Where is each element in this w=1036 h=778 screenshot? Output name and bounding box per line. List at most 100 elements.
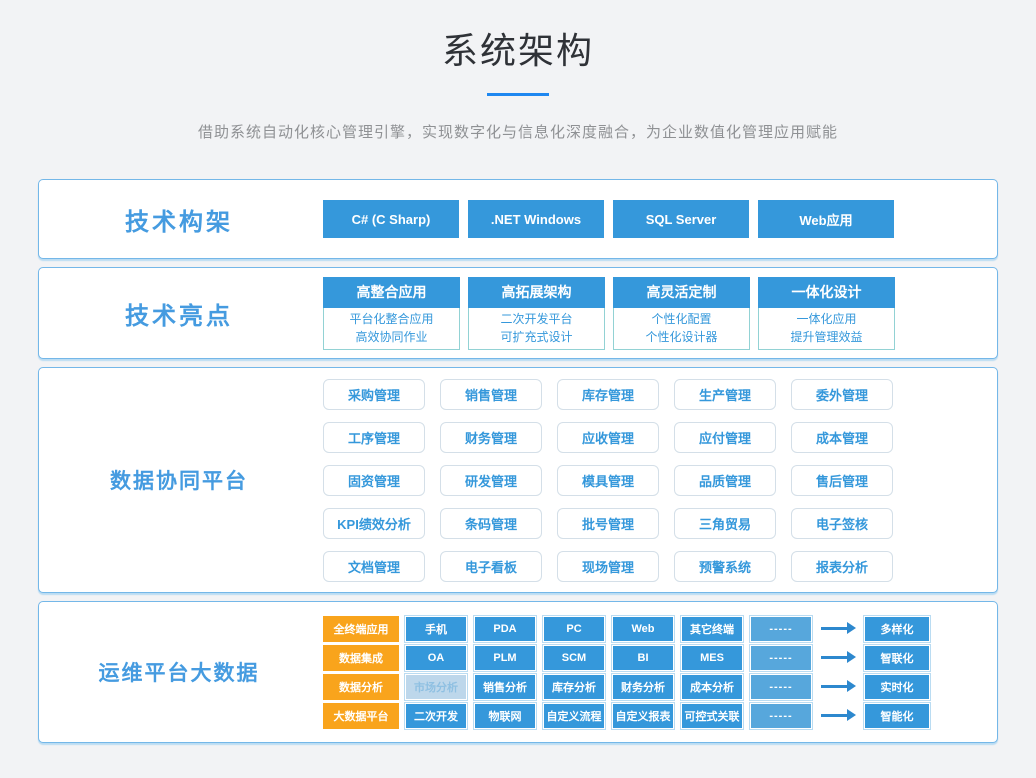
module-button-kpi[interactable]: KPI绩效分析: [323, 508, 425, 539]
bigdata-chip-more: -----: [751, 646, 811, 670]
bigdata-chip-more: -----: [751, 617, 811, 641]
module-button-eboard[interactable]: 电子看板: [440, 551, 542, 582]
module-button-payable[interactable]: 应付管理: [674, 422, 776, 453]
module-button-sales[interactable]: 销售管理: [440, 379, 542, 410]
module-button-alert[interactable]: 预警系统: [674, 551, 776, 582]
bigdata-chip[interactable]: 财务分析: [613, 675, 673, 699]
module-button-report[interactable]: 报表分析: [791, 551, 893, 582]
highlight-line: 个性化设计器: [614, 328, 749, 346]
highlight-card-title: 高整合应用: [323, 277, 460, 308]
highlight-line: 高效协同作业: [324, 328, 459, 346]
module-button-process[interactable]: 工序管理: [323, 422, 425, 453]
highlight-card-title: 高拓展架构: [468, 277, 605, 308]
tech-stack-buttons: C# (C Sharp) .NET Windows SQL Server Web…: [323, 200, 894, 238]
bigdata-chip[interactable]: 库存分析: [544, 675, 604, 699]
bigdata-chip[interactable]: 手机: [406, 617, 466, 641]
bigdata-row-platform: 大数据平台 二次开发 物联网 自定义流程 自定义报表 可控式关联 ----- 智…: [323, 703, 931, 729]
bigdata-chip[interactable]: 成本分析: [682, 675, 742, 699]
bigdata-chip-more: -----: [751, 675, 811, 699]
bigdata-chip[interactable]: MES: [682, 646, 742, 670]
section-label-highlights: 技术亮点: [39, 296, 319, 331]
bigdata-row-integration: 数据集成 OA PLM SCM BI MES ----- 智联化: [323, 645, 931, 671]
title-underline: [487, 93, 549, 96]
module-button-inventory[interactable]: 库存管理: [557, 379, 659, 410]
module-button-production[interactable]: 生产管理: [674, 379, 776, 410]
highlight-card-body: 个性化配置 个性化设计器: [613, 308, 750, 350]
tech-button-web[interactable]: Web应用: [758, 200, 894, 238]
bigdata-row-analysis: 数据分析 市场分析 销售分析 库存分析 财务分析 成本分析 ----- 实时化: [323, 674, 931, 700]
bigdata-category-button[interactable]: 全终端应用: [323, 616, 399, 642]
arrow-right-icon: [818, 656, 858, 659]
bigdata-chip[interactable]: PLM: [475, 646, 535, 670]
bigdata-category-button[interactable]: 大数据平台: [323, 703, 399, 729]
module-button-rnd[interactable]: 研发管理: [440, 465, 542, 496]
bigdata-chip[interactable]: PDA: [475, 617, 535, 641]
bigdata-category-button[interactable]: 数据分析: [323, 674, 399, 700]
highlight-cards: 高整合应用 平台化整合应用 高效协同作业 高拓展架构 二次开发平台 可扩充式设计…: [323, 277, 895, 350]
bigdata-result-badge: 多样化: [865, 617, 929, 641]
tech-button-sqlserver[interactable]: SQL Server: [613, 200, 749, 238]
bigdata-chip[interactable]: 自定义流程: [544, 704, 604, 728]
bigdata-chip[interactable]: PC: [544, 617, 604, 641]
section-tech-stack: 技术构架 C# (C Sharp) .NET Windows SQL Serve…: [38, 179, 998, 259]
module-button-fixed-assets[interactable]: 固资管理: [323, 465, 425, 496]
tech-button-csharp[interactable]: C# (C Sharp): [323, 200, 459, 238]
module-button-barcode[interactable]: 条码管理: [440, 508, 542, 539]
module-button-triangle-trade[interactable]: 三角贸易: [674, 508, 776, 539]
module-button-aftersales[interactable]: 售后管理: [791, 465, 893, 496]
highlight-line: 个性化配置: [614, 310, 749, 328]
bigdata-chip[interactable]: Web: [613, 617, 673, 641]
highlight-card-body: 平台化整合应用 高效协同作业: [323, 308, 460, 350]
bigdata-chip[interactable]: OA: [406, 646, 466, 670]
module-button-quality[interactable]: 品质管理: [674, 465, 776, 496]
module-button-esign[interactable]: 电子签核: [791, 508, 893, 539]
section-bigdata: 运维平台大数据 全终端应用 手机 PDA PC Web 其它终端 ----- 多…: [38, 601, 998, 743]
bigdata-result-badge: 实时化: [865, 675, 929, 699]
bigdata-chip[interactable]: 市场分析: [406, 675, 466, 699]
bigdata-chip[interactable]: 可控式关联: [682, 704, 742, 728]
module-button-outsourcing[interactable]: 委外管理: [791, 379, 893, 410]
bigdata-chip[interactable]: 二次开发: [406, 704, 466, 728]
sections-container: 技术构架 C# (C Sharp) .NET Windows SQL Serve…: [38, 179, 998, 743]
bigdata-result-badge: 智能化: [865, 704, 929, 728]
highlight-card: 高灵活定制 个性化配置 个性化设计器: [613, 277, 750, 350]
bigdata-category-button[interactable]: 数据集成: [323, 645, 399, 671]
bigdata-chip[interactable]: 其它终端: [682, 617, 742, 641]
highlight-line: 提升管理效益: [759, 328, 894, 346]
module-button-batch[interactable]: 批号管理: [557, 508, 659, 539]
module-button-finance[interactable]: 财务管理: [440, 422, 542, 453]
highlight-line: 一体化应用: [759, 310, 894, 328]
arrow-right-icon: [818, 627, 858, 630]
module-button-receivable[interactable]: 应收管理: [557, 422, 659, 453]
highlight-card: 高整合应用 平台化整合应用 高效协同作业: [323, 277, 460, 350]
arrow-right-icon: [818, 685, 858, 688]
page-title: 系统架构: [0, 22, 1036, 74]
arrow-right-icon: [818, 714, 858, 717]
highlight-card-title: 一体化设计: [758, 277, 895, 308]
section-platform: 数据协同平台 采购管理 销售管理 库存管理 生产管理 委外管理 工序管理 财务管…: [38, 367, 998, 593]
module-button-purchase[interactable]: 采购管理: [323, 379, 425, 410]
section-highlights: 技术亮点 高整合应用 平台化整合应用 高效协同作业 高拓展架构 二次开发平台 可…: [38, 267, 998, 359]
bigdata-chip[interactable]: 自定义报表: [613, 704, 673, 728]
module-grid: 采购管理 销售管理 库存管理 生产管理 委外管理 工序管理 财务管理 应收管理 …: [323, 379, 893, 582]
bigdata-chip[interactable]: 物联网: [475, 704, 535, 728]
module-button-cost[interactable]: 成本管理: [791, 422, 893, 453]
section-label-tech-stack: 技术构架: [39, 202, 319, 237]
bigdata-chip[interactable]: SCM: [544, 646, 604, 670]
module-button-mold[interactable]: 模具管理: [557, 465, 659, 496]
section-label-bigdata: 运维平台大数据: [39, 657, 319, 687]
module-button-document[interactable]: 文档管理: [323, 551, 425, 582]
highlight-card: 高拓展架构 二次开发平台 可扩充式设计: [468, 277, 605, 350]
bigdata-result-badge: 智联化: [865, 646, 929, 670]
page-header: 系统架构 借助系统自动化核心管理引擎，实现数字化与信息化深度融合，为企业数值化管…: [0, 0, 1036, 142]
section-label-platform: 数据协同平台: [39, 465, 319, 495]
module-button-onsite[interactable]: 现场管理: [557, 551, 659, 582]
bigdata-chip[interactable]: BI: [613, 646, 673, 670]
highlight-line: 可扩充式设计: [469, 328, 604, 346]
page-subtitle: 借助系统自动化核心管理引擎，实现数字化与信息化深度融合，为企业数值化管理应用赋能: [0, 121, 1036, 142]
highlight-card: 一体化设计 一体化应用 提升管理效益: [758, 277, 895, 350]
bigdata-chip[interactable]: 销售分析: [475, 675, 535, 699]
highlight-card-body: 二次开发平台 可扩充式设计: [468, 308, 605, 350]
highlight-card-title: 高灵活定制: [613, 277, 750, 308]
tech-button-dotnet[interactable]: .NET Windows: [468, 200, 604, 238]
